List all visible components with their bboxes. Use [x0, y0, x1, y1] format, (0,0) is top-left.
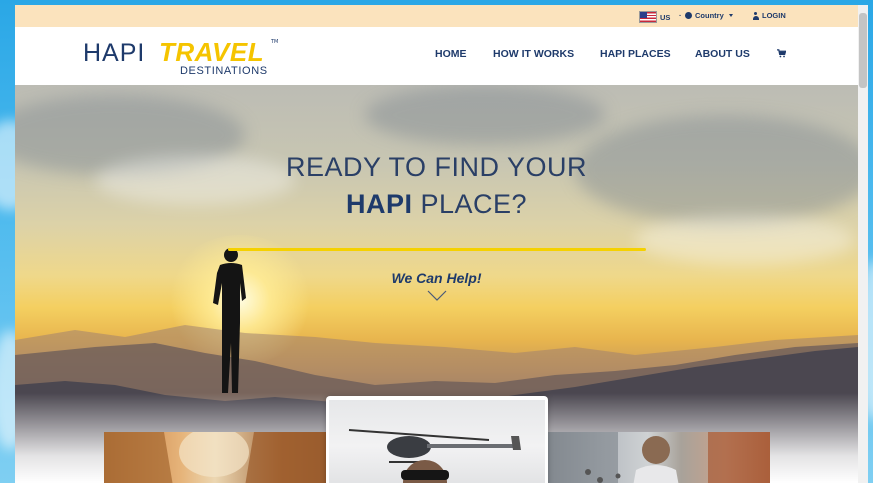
language-label: US [660, 12, 671, 22]
hiker-silhouette [213, 248, 246, 393]
cart-icon[interactable] [777, 49, 786, 58]
scrollbar-thumb[interactable] [859, 13, 867, 88]
browser-page: US · Country LOGIN HAPI TRAVEL DESTINATI… [15, 5, 868, 483]
nav-home[interactable]: HOME [435, 48, 467, 60]
logo-trademark: TM [271, 39, 279, 45]
hero-title-line1: READY TO FIND YOUR [285, 152, 588, 182]
helicopter-illustration [348, 429, 521, 483]
login-label: LOGIN [762, 11, 786, 20]
hero-tagline: We Can Help! [391, 270, 482, 286]
us-flag-icon [639, 11, 657, 23]
country-selector[interactable]: Country [685, 11, 733, 20]
separator-dot: · [679, 11, 682, 20]
hero-title-hapi: HAPI [345, 189, 413, 219]
nav-how-it-works[interactable]: HOW IT WORKS [493, 48, 574, 60]
main-navbar: HAPI TRAVEL DESTINATIONS TM HOME HOW IT … [15, 27, 868, 85]
logo-travel-text: TRAVEL [159, 37, 265, 67]
nav-hapi-places[interactable]: HAPI PLACES [600, 48, 671, 60]
hero-title-place: PLACE? [412, 189, 528, 219]
destination-card-canyon[interactable] [104, 432, 326, 483]
scrollbar-track-lower[interactable] [858, 85, 868, 483]
hero-title-line2: HAPI PLACE? [15, 189, 858, 220]
site-logo[interactable]: HAPI TRAVEL DESTINATIONS TM [83, 37, 283, 77]
login-link[interactable]: LOGIN [752, 11, 786, 20]
helicopter-image [329, 400, 545, 483]
logo-destinations-text: DESTINATIONS [180, 65, 268, 77]
chevron-down-icon[interactable] [427, 290, 447, 302]
hero-divider-line [228, 248, 646, 251]
destination-card-plaza[interactable] [548, 432, 770, 483]
destination-card-helicopter[interactable] [326, 396, 548, 483]
language-selector[interactable]: US [639, 11, 670, 23]
nav-about-us[interactable]: ABOUT US [695, 48, 750, 60]
globe-icon [685, 12, 692, 19]
canyon-image [104, 432, 326, 483]
plaza-image [548, 432, 770, 483]
country-label: Country [695, 11, 724, 20]
caret-down-icon [728, 14, 733, 17]
top-utility-bar: US · Country LOGIN [15, 5, 868, 27]
logo-hapi-text: HAPI [83, 39, 146, 67]
user-icon [752, 11, 759, 20]
